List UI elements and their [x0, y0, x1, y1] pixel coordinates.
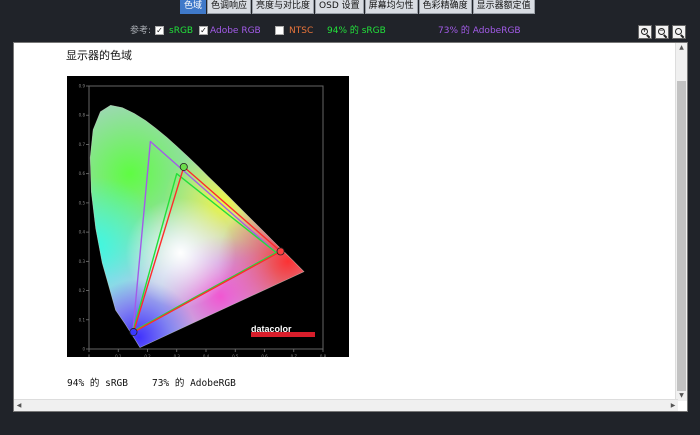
- x-tick-label: 0.4: [203, 354, 210, 357]
- check-icon: ✓: [200, 26, 207, 35]
- horizontal-scrollbar[interactable]: ◀ ▶: [14, 399, 678, 411]
- reference-label: 参考:: [130, 26, 152, 36]
- y-tick-label: 0.3: [79, 259, 86, 264]
- toolbar: 参考: ✓ sRGB ✓ Adobe RGB NTSC 94% 的 sRGB 7…: [0, 20, 700, 42]
- y-tick-label: 0.5: [79, 200, 86, 205]
- content-panel: 显示器的色域 0 0.1 0.2 0.3 0.4 0.5 0.6 0.7 0.8…: [13, 42, 688, 412]
- summary-adobe: 73% 的 AdobeRGB: [151, 378, 236, 389]
- tab-color-gamut[interactable]: 色域: [180, 0, 207, 14]
- datacolor-logo: datacolor: [251, 324, 315, 337]
- section-title: 显示器的色域: [66, 49, 132, 62]
- cie-diagram-svg: 0 0.1 0.2 0.3 0.4 0.5 0.6 0.7 0.8 0 0.1 0.2 0.3 0.4 0.…: [79, 84, 327, 360]
- x-tick-label: 0.6: [261, 354, 268, 357]
- tab-tone-response[interactable]: 色调响应: [207, 0, 252, 14]
- zoom-in-button[interactable]: +: [638, 25, 652, 39]
- x-tick-label: 0.7: [291, 354, 298, 357]
- ntsc-label: NTSC: [289, 26, 314, 36]
- x-tick-label: 0.8: [320, 354, 327, 357]
- y-tick-label: 0.6: [79, 171, 86, 176]
- x-tick-label: 0.5: [232, 354, 239, 357]
- adobe-rgb-label: Adobe RGB: [210, 26, 261, 36]
- blue-primary-point: [129, 328, 138, 337]
- vertical-scrollbar[interactable]: ▲ ▼: [675, 43, 687, 401]
- red-primary-point: [276, 247, 285, 256]
- adobe-rgb-coverage: 73% 的 AdobeRGB: [438, 26, 521, 36]
- y-tick-label: 0.2: [79, 288, 86, 293]
- vertical-scroll-thumb[interactable]: [677, 81, 686, 391]
- srgb-checkbox[interactable]: ✓: [155, 26, 164, 35]
- y-tick-label: 0.8: [79, 113, 86, 118]
- green-primary-point: [179, 162, 188, 171]
- zoom-out-button[interactable]: −: [655, 25, 669, 39]
- y-tick-label: 0.1: [79, 317, 86, 322]
- adobe-rgb-checkbox[interactable]: ✓: [199, 26, 208, 35]
- scroll-left-icon[interactable]: ◀: [14, 400, 24, 411]
- srgb-coverage: 94% 的 sRGB: [327, 26, 386, 36]
- ntsc-checkbox[interactable]: [275, 26, 284, 35]
- x-tick-label: 0.2: [144, 354, 151, 357]
- srgb-label: sRGB: [169, 26, 194, 36]
- y-tick-label: 0.9: [79, 84, 86, 89]
- app-window: 色域 色调响应 亮度与对比度 OSD 设置 屏幕均匀性 色彩精确度 显示器额定值…: [0, 0, 700, 435]
- tab-color-accuracy[interactable]: 色彩精确度: [418, 0, 472, 14]
- x-tick-label: 0: [88, 354, 91, 357]
- coverage-summary: 94% 的 sRGB 73% 的 AdobeRGB: [67, 375, 260, 389]
- datacolor-brand-text: datacolor: [251, 324, 292, 334]
- gamut-chart: 0 0.1 0.2 0.3 0.4 0.5 0.6 0.7 0.8 0 0.1 0.2 0.3 0.4 0.…: [67, 76, 349, 360]
- check-icon: ✓: [156, 26, 163, 35]
- x-tick-label: 0.1: [115, 354, 122, 357]
- tab-screen-uniformity[interactable]: 屏幕均匀性: [364, 0, 418, 14]
- tab-display-rating[interactable]: 显示器额定值: [472, 0, 535, 14]
- y-tick-label: 0: [82, 347, 85, 352]
- tab-brightness-contrast[interactable]: 亮度与对比度: [252, 0, 315, 14]
- scroll-right-icon[interactable]: ▶: [668, 400, 678, 411]
- spectral-locus-fill: [90, 105, 305, 348]
- y-tick-label: 0.7: [79, 142, 86, 147]
- scroll-up-icon[interactable]: ▲: [676, 43, 687, 53]
- x-tick-label: 0.3: [174, 354, 181, 357]
- tab-bar: 色域 色调响应 亮度与对比度 OSD 设置 屏幕均匀性 色彩精确度 显示器额定值: [180, 0, 536, 14]
- zoom-fit-button[interactable]: [672, 25, 686, 39]
- summary-srgb: 94% 的 sRGB: [67, 378, 128, 389]
- y-tick-label: 0.4: [79, 230, 86, 235]
- tab-osd-settings[interactable]: OSD 设置: [315, 0, 364, 14]
